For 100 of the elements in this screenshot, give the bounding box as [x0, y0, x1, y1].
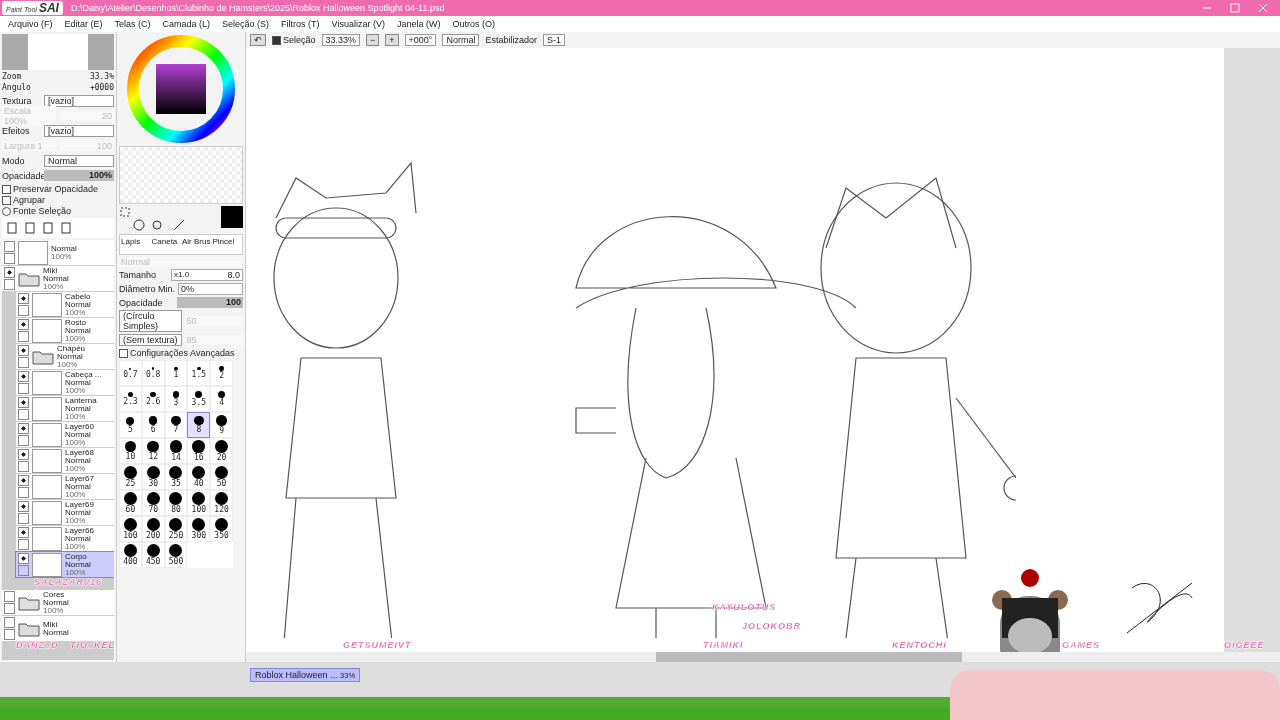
mode-dropdown[interactable]: Normal [44, 154, 114, 167]
layer-item[interactable]: Cabeça ... Normal 100% [16, 370, 114, 395]
color-swatch[interactable] [221, 206, 243, 228]
effects-dropdown[interactable]: [vazio] [44, 124, 114, 137]
eye-icon[interactable] [18, 553, 29, 564]
layer-item[interactable]: Layer60 Normal 100% [16, 422, 114, 447]
mode-dropdown[interactable]: Normal [442, 34, 480, 46]
menu-item[interactable]: Editar (E) [64, 19, 103, 29]
layer-item[interactable]: Lanterna Normal 100% [16, 396, 114, 421]
brush-size-item[interactable]: 200 [141, 516, 165, 542]
texture-dropdown[interactable]: (Sem textura) [119, 334, 182, 346]
brush-size-item[interactable]: 12 [141, 438, 165, 464]
eye-icon[interactable] [18, 449, 29, 460]
eye-icon[interactable] [18, 371, 29, 382]
menu-item[interactable]: Camada (L) [162, 19, 211, 29]
brush-size-item[interactable]: 1 [164, 360, 188, 386]
layer-item[interactable]: Chapéu Normal 100% [16, 344, 114, 369]
stabilizer-dropdown[interactable]: S-1 [543, 34, 566, 46]
brush-size-item[interactable]: 60 [119, 490, 142, 516]
menu-item[interactable]: Janela (W) [396, 19, 441, 29]
selection-toggle[interactable]: Seleção [272, 35, 316, 45]
layer-item[interactable]: Cores Normal 100% [2, 590, 114, 615]
opacity-slider[interactable]: 100% [44, 170, 114, 181]
eye-icon[interactable] [18, 423, 29, 434]
eye-icon[interactable] [18, 319, 29, 330]
layer-item[interactable]: Corpo Normal 100% [16, 552, 114, 577]
eye-icon[interactable] [4, 267, 15, 278]
brush-size-item[interactable]: 500 [164, 542, 188, 568]
eye-icon[interactable] [18, 397, 29, 408]
brush-size-item[interactable]: 400 [119, 542, 142, 568]
eye-icon[interactable] [18, 345, 29, 356]
brush-size-item[interactable]: 300 [187, 516, 211, 542]
brush-tool[interactable]: Air Brus [181, 235, 212, 254]
layer-item[interactable]: Miki Normal 100% [2, 266, 114, 291]
layer-item[interactable]: Layer66 Normal 100% [16, 526, 114, 551]
brush-size-item[interactable]: 250 [164, 516, 188, 542]
option-toggle[interactable]: Preservar Opacidade [2, 184, 99, 194]
eye-icon[interactable] [18, 475, 29, 486]
brush-size-item[interactable]: 16 [187, 438, 211, 464]
brush-size-item[interactable]: 70 [141, 490, 165, 516]
brush-size-item[interactable]: 6 [141, 412, 165, 438]
zoom-in-button[interactable]: + [385, 34, 399, 46]
brush-size-item[interactable]: 30 [141, 464, 165, 490]
brush-size-item[interactable]: 9 [210, 412, 233, 438]
min-diameter-field[interactable]: 0% [178, 283, 243, 295]
brush-opacity-slider[interactable]: 100 [177, 297, 243, 308]
zoom-out-button[interactable]: − [366, 34, 380, 46]
brush-tool[interactable]: Pincel [211, 235, 242, 254]
brush-size-item[interactable]: 4 [210, 386, 233, 412]
color-wheel[interactable] [126, 34, 236, 144]
brush-size-item[interactable]: 2.6 [141, 386, 165, 412]
brush-size-item[interactable]: 450 [141, 542, 165, 568]
toggle-mark[interactable] [2, 206, 11, 216]
texture-dropdown[interactable]: [vazio] [44, 94, 114, 107]
brush-size-item[interactable]: 100 [187, 490, 211, 516]
brush-size-item[interactable]: 2.3 [119, 386, 142, 412]
new-layer-icon[interactable] [6, 222, 18, 234]
option-toggle[interactable]: Agrupar [2, 195, 46, 205]
advanced-settings-toggle[interactable]: Configurações Avançadas [119, 348, 243, 358]
brush-size-item[interactable]: 40 [187, 464, 211, 490]
horizontal-scrollbar[interactable] [246, 652, 1280, 662]
option-toggle[interactable]: Fonte Seleção [2, 206, 72, 216]
brush-size-item[interactable]: 8 [187, 412, 211, 438]
brush-size-item[interactable]: 10 [119, 438, 142, 464]
close-icon[interactable] [1258, 3, 1268, 13]
menu-item[interactable]: Visualizar (V) [331, 19, 385, 29]
brush-tool[interactable]: Caneta [150, 235, 181, 254]
brush-size-item[interactable]: 160 [119, 516, 142, 542]
layer-item[interactable]: Layer67 Normal 100% [16, 474, 114, 499]
layer-item[interactable]: Miki Normal [2, 616, 114, 641]
brush-size-item[interactable]: 350 [210, 516, 233, 542]
layer-item[interactable]: Cabelo Normal 100% [16, 292, 114, 317]
undo-button[interactable]: ↶ [250, 34, 266, 46]
brush-size-item[interactable]: 20 [210, 438, 233, 464]
brush-size-item[interactable]: 5 [119, 412, 142, 438]
brush-size-item[interactable]: 0.7 [119, 360, 142, 386]
toggle-mark[interactable] [2, 195, 11, 205]
angle-dropdown[interactable]: +000° [404, 34, 437, 46]
size-field[interactable]: x1.0 8.0 [171, 269, 243, 281]
menu-item[interactable]: Telas (C) [114, 19, 151, 29]
zoom-dropdown[interactable]: 33.33% [321, 34, 361, 46]
menu-item[interactable]: Arquivo (F) [8, 19, 53, 29]
layer-item[interactable]: Normal 100% [2, 240, 114, 265]
brush-size-item[interactable]: 80 [164, 490, 188, 516]
brush-size-item[interactable]: 50 [210, 464, 233, 490]
brush-size-item[interactable]: 0.8 [141, 360, 165, 386]
brush-size-item[interactable]: 14 [164, 438, 188, 464]
brush-size-item[interactable]: 120 [210, 490, 233, 516]
menu-item[interactable]: Seleção (S) [222, 19, 270, 29]
eye-icon[interactable] [18, 293, 29, 304]
layer-item[interactable]: Layer68 Normal 100% [16, 448, 114, 473]
brush-size-item[interactable]: 25 [119, 464, 142, 490]
brush-size-item[interactable]: 2 [210, 360, 233, 386]
eye-icon[interactable] [18, 501, 29, 512]
brush-size-item[interactable]: 3 [164, 386, 188, 412]
vertical-scrollbar[interactable] [1224, 48, 1280, 652]
eye-icon[interactable] [18, 527, 29, 538]
layer-item[interactable]: Layer69 Normal 100% [16, 500, 114, 525]
menu-item[interactable]: Outros (O) [452, 19, 495, 29]
brush-size-item[interactable]: 35 [164, 464, 188, 490]
